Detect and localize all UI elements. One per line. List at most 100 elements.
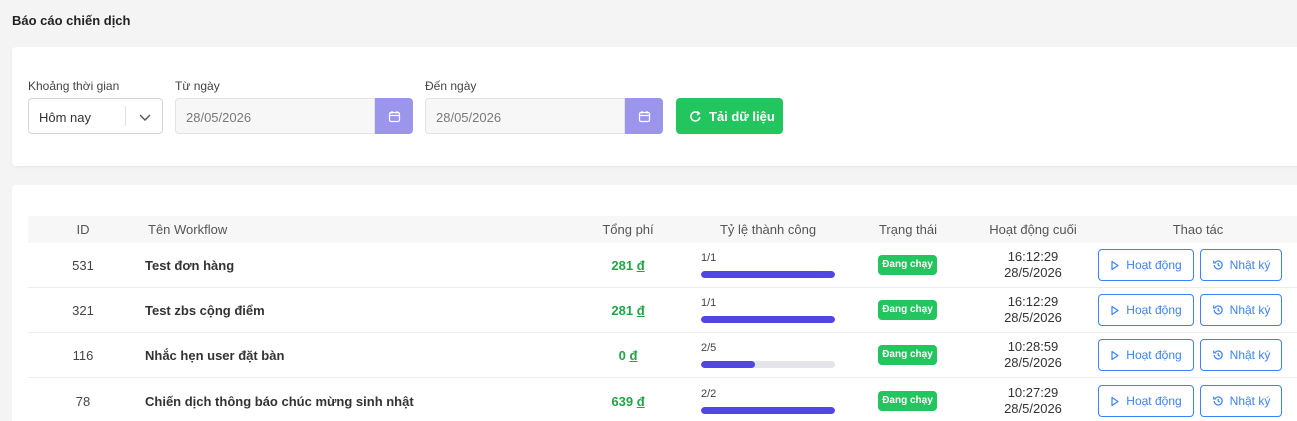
last-activity: 16:12:29 28/5/2026: [968, 294, 1098, 326]
from-label: Từ ngày: [175, 79, 220, 93]
chevron-down-icon: [139, 114, 151, 121]
last-activity-time: 16:12:29: [1007, 294, 1059, 309]
last-activity: 10:28:59 28/5/2026: [968, 339, 1098, 371]
log-label: Nhật ký: [1229, 348, 1271, 362]
status-badge: Đang chạy: [878, 345, 937, 365]
last-activity: 16:12:29 28/5/2026: [968, 249, 1098, 281]
history-icon: [1212, 260, 1223, 270]
success-rate-fill: [701, 361, 755, 368]
last-activity: 10:27:29 28/5/2026: [968, 385, 1098, 417]
total-cost: 281 đ: [563, 303, 693, 318]
history-icon: [1212, 305, 1223, 315]
success-rate-text: 1/1: [701, 297, 717, 309]
activity-button[interactable]: Hoạt động: [1098, 249, 1194, 281]
total-cost: 281 đ: [563, 258, 693, 273]
workflow-name: Nhắc hẹn user đặt bàn: [145, 348, 285, 363]
status-badge: Đang chạy: [878, 391, 937, 411]
success-rate-text: 2/5: [701, 342, 717, 354]
table-row: 321 Test zbs cộng điểm 281 đ 1/1 Đang chạy 16…: [28, 288, 1297, 333]
row-id: 321: [72, 303, 94, 318]
period-value: Hôm nay: [39, 110, 92, 125]
last-activity-time: 10:28:59: [1007, 339, 1059, 354]
success-rate-bar: [701, 271, 835, 278]
success-rate-text: 1/1: [701, 252, 717, 264]
play-icon: [1111, 305, 1119, 315]
last-activity-time: 16:12:29: [1007, 249, 1059, 264]
cost-value: 281: [611, 258, 634, 273]
activity-button[interactable]: Hoạt động: [1098, 294, 1194, 326]
header-last-activity: Hoạt động cuối: [989, 222, 1077, 237]
success-rate-bar: [701, 316, 835, 323]
page-title: Báo cáo chiến dịch: [12, 13, 131, 28]
row-id: 78: [75, 394, 91, 409]
history-icon: [1212, 396, 1223, 406]
total-cost: 639 đ: [563, 394, 693, 409]
select-divider: [125, 106, 126, 126]
to-date-value: 28/05/2026: [436, 110, 502, 125]
play-icon: [1111, 396, 1119, 406]
log-label: Nhật ký: [1229, 303, 1271, 317]
currency-symbol: đ: [636, 258, 645, 273]
last-activity-date: 28/5/2026: [1004, 355, 1062, 370]
header-cost: Tổng phí: [602, 222, 654, 237]
header-status: Trạng thái: [878, 222, 938, 237]
reload-button[interactable]: Tải dữ liệu: [676, 98, 783, 134]
table-header: ID Tên Workflow Tổng phí Tỷ lệ thành côn…: [28, 216, 1297, 243]
table-row: 78 Chiến dịch thông báo chúc mừng sinh nh…: [28, 379, 1297, 421]
activity-button[interactable]: Hoạt động: [1098, 339, 1194, 371]
currency-symbol: đ: [636, 394, 645, 409]
success-rate-fill: [701, 271, 835, 278]
workflow-name: Chiến dịch thông báo chúc mừng sinh nhật: [145, 394, 414, 409]
workflow-name: Test zbs cộng điểm: [145, 303, 265, 318]
log-label: Nhật ký: [1229, 394, 1271, 408]
log-button[interactable]: Nhật ký: [1200, 385, 1282, 417]
activity-button[interactable]: Hoạt động: [1098, 385, 1194, 417]
header-actions: Thao tác: [1172, 222, 1224, 237]
log-label: Nhật ký: [1229, 258, 1271, 272]
last-activity-date: 28/5/2026: [1004, 265, 1062, 280]
workflow-name: Test đơn hàng: [145, 258, 235, 273]
from-calendar-button[interactable]: [375, 98, 413, 134]
filter-card: Khoảng thời gian Hôm nay Từ ngày 28/05/2…: [12, 47, 1297, 166]
to-label: Đến ngày: [425, 79, 477, 93]
period-select[interactable]: Hôm nay: [28, 98, 163, 134]
to-calendar-button[interactable]: [625, 98, 663, 134]
table-row: 116 Nhắc hẹn user đặt bàn 0 đ 2/5 Đang chạy 1…: [28, 333, 1297, 378]
activity-label: Hoạt động: [1126, 303, 1182, 317]
to-date-input[interactable]: 28/05/2026: [425, 98, 625, 134]
header-name: Tên Workflow: [148, 222, 228, 237]
success-rate-fill: [701, 316, 835, 323]
log-button[interactable]: Nhật ký: [1200, 294, 1282, 326]
row-id: 116: [72, 348, 94, 363]
period-label: Khoảng thời gian: [28, 79, 120, 93]
from-date-input[interactable]: 28/05/2026: [175, 98, 375, 134]
last-activity-date: 28/5/2026: [1004, 401, 1062, 416]
log-button[interactable]: Nhật ký: [1200, 249, 1282, 281]
cost-value: 639: [611, 394, 634, 409]
total-cost: 0 đ: [563, 348, 693, 363]
last-activity-date: 28/5/2026: [1004, 310, 1062, 325]
calendar-icon: [638, 110, 650, 122]
refresh-icon: [690, 110, 701, 122]
success-rate-fill: [701, 407, 835, 414]
header-rate: Tỷ lệ thành công: [719, 222, 817, 237]
reload-label: Tải dữ liệu: [709, 108, 775, 124]
success-rate-text: 2/2: [701, 388, 717, 400]
currency-symbol: đ: [629, 348, 638, 363]
header-id: ID: [76, 222, 90, 237]
row-id: 531: [72, 258, 94, 273]
log-button[interactable]: Nhật ký: [1200, 339, 1282, 371]
play-icon: [1111, 350, 1119, 360]
cost-value: 0: [618, 348, 626, 363]
play-icon: [1111, 260, 1119, 270]
status-badge: Đang chạy: [878, 255, 937, 275]
history-icon: [1212, 350, 1223, 360]
from-date-value: 28/05/2026: [186, 110, 252, 125]
last-activity-time: 10:27:29: [1007, 385, 1059, 400]
calendar-icon: [388, 110, 400, 122]
success-rate-bar: [701, 407, 835, 414]
table-row: 531 Test đơn hàng 281 đ 1/1 Đang chạy 16:12:2…: [28, 243, 1297, 288]
activity-label: Hoạt động: [1126, 394, 1182, 408]
currency-symbol: đ: [636, 303, 645, 318]
activity-label: Hoạt động: [1126, 348, 1182, 362]
